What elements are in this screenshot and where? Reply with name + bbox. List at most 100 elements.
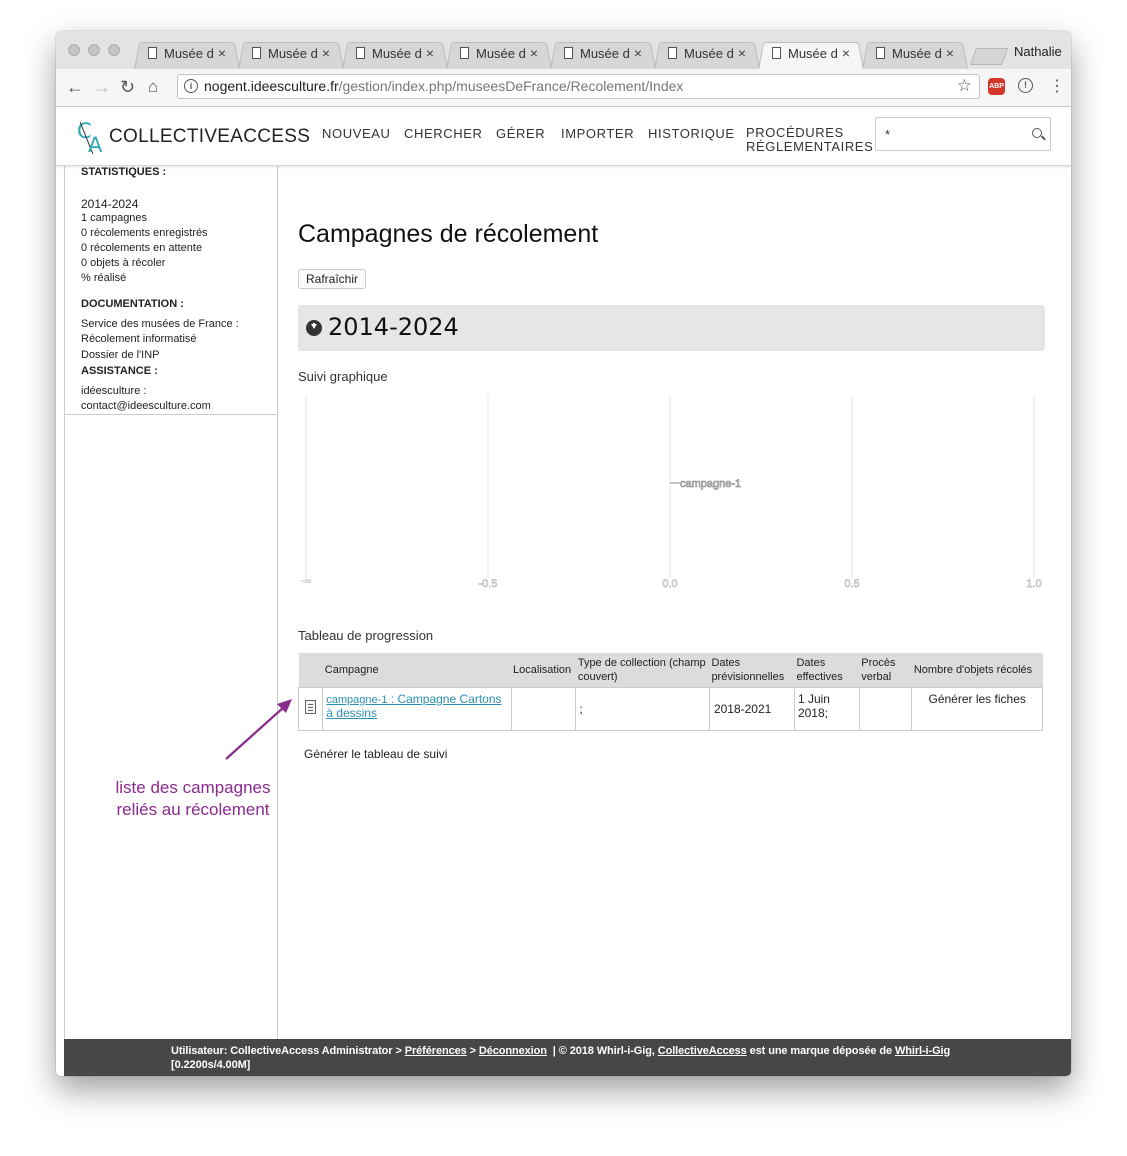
header-dates-prev: Dates prévisionnelles	[709, 653, 795, 688]
annotation-text: liste des campagnes reliés au récolement	[93, 777, 293, 821]
browser-tab[interactable]: Musée d ×	[550, 39, 656, 70]
close-icon[interactable]: ×	[946, 45, 954, 61]
close-icon[interactable]: ×	[634, 45, 642, 61]
table-header-row: Campagne Localisation Type de collection…	[298, 653, 1043, 688]
nav-historique[interactable]: HISTORIQUE	[648, 126, 735, 141]
annotation-line-2: reliés au récolement	[116, 800, 270, 819]
year-panel[interactable]: 2014-2024	[298, 305, 1045, 351]
tab-title: Musée d	[892, 46, 942, 61]
close-icon[interactable]: ×	[738, 45, 746, 61]
stats-heading: STATISTIQUES :	[81, 166, 167, 178]
browser-tab[interactable]: Musée d ×	[446, 39, 552, 70]
footer-ca-link[interactable]: CollectiveAccess	[658, 1045, 747, 1057]
stat-line: 0 récolements enregistrés	[81, 227, 208, 239]
assist-email-link[interactable]: contact@ideesculture.com	[81, 400, 211, 412]
doc-link-recolement[interactable]: Récolement informatisé	[81, 333, 197, 345]
table-row: campagne-1 : Campagne Cartons à dessins …	[297, 687, 1043, 731]
browser-menu-icon[interactable]: ⋮	[1049, 76, 1065, 96]
page-title: Campagnes de récolement	[298, 220, 599, 248]
tab-title: Musée d	[268, 46, 318, 61]
browser-tab[interactable]: Musée d ×	[862, 39, 968, 70]
back-arrow-icon[interactable]: ←	[66, 77, 84, 98]
footer-copyright: | © 2018 Whirl-i-Gig,	[552, 1045, 655, 1057]
page-icon	[252, 47, 261, 59]
forward-arrow-icon[interactable]: →	[93, 77, 111, 98]
sidebar-divider	[65, 414, 277, 415]
nav-chercher[interactable]: CHERCHER	[404, 126, 482, 141]
zoom-window-button[interactable]	[108, 44, 120, 56]
footer-user: Utilisateur: CollectiveAccess Administra…	[171, 1045, 393, 1057]
proces-verbal-cell	[858, 687, 913, 731]
tab-title: Musée d	[580, 46, 630, 61]
browser-tab[interactable]: Musée d ×	[758, 39, 864, 70]
header-campagne: Campagne	[322, 653, 512, 688]
url-text: nogent.ideesculture.fr/gestion/index.php…	[204, 78, 684, 94]
nav-procedures-line1: PROCÉDURES	[746, 125, 844, 140]
stats-period: 2014-2024	[81, 197, 139, 211]
page-icon	[564, 47, 573, 59]
assist-line: idéesculture :	[81, 385, 147, 397]
page-icon	[148, 47, 157, 59]
close-icon[interactable]: ×	[218, 45, 226, 61]
progress-chart: -∞ -0.5 0.0 0.5 1.0 campagne-1	[298, 395, 1048, 595]
nav-importer[interactable]: IMPORTER	[561, 126, 634, 141]
close-icon[interactable]: ×	[322, 45, 330, 61]
localisation-cell	[510, 687, 577, 731]
bookmark-star-icon[interactable]: ☆	[957, 76, 972, 96]
chart-section-title: Suivi graphique	[298, 369, 388, 384]
campagne-link[interactable]: campagne-1 : Campagne Cartons à dessins	[326, 692, 501, 720]
header-proces-verbal: Procès verbal	[859, 653, 912, 688]
doc-link-inp[interactable]: Dossier de l'INP	[81, 349, 160, 361]
footer-logout-link[interactable]: Déconnexion	[479, 1045, 547, 1057]
search-icon[interactable]	[1032, 128, 1042, 138]
browser-toolbar: ← → ↻ ⌂ i nogent.ideesculture.fr/gestion…	[56, 69, 1071, 107]
collectiveaccess-logo[interactable]: C A COLLECTIVEACCESS	[77, 119, 310, 157]
stat-line: % réalisé	[81, 272, 127, 284]
page-content: C A COLLECTIVEACCESS NOUVEAU CHERCHER GÉ…	[56, 107, 1071, 1076]
search-value: *	[885, 127, 891, 142]
year-heading: 2014-2024	[328, 313, 459, 341]
search-input[interactable]: *	[875, 117, 1051, 151]
generate-table-link[interactable]: Générer le tableau de suivi	[304, 747, 447, 761]
header-nombre-objets: Nombre d'objets récolés	[911, 653, 1043, 688]
header-dates-eff: Dates effectives	[794, 653, 860, 688]
close-icon[interactable]: ×	[426, 45, 434, 61]
close-icon[interactable]: ×	[842, 45, 850, 61]
profile-name[interactable]: Nathalie	[1014, 44, 1062, 59]
minimize-window-button[interactable]	[88, 44, 100, 56]
new-tab-button[interactable]	[969, 48, 1009, 65]
info-icon[interactable]: i	[184, 79, 198, 93]
chart-point-label: campagne-1	[680, 478, 741, 490]
nav-procedures[interactable]: PROCÉDURES RÉGLEMENTAIRES	[746, 126, 873, 154]
footer-sep: >	[395, 1045, 402, 1057]
header-localisation: Localisation	[511, 653, 576, 688]
footer-preferences-link[interactable]: Préférences	[405, 1045, 467, 1057]
doc-link-smf[interactable]: Service des musées de France :	[81, 318, 239, 330]
footer-wig-link[interactable]: Whirl-i-Gig	[895, 1045, 950, 1057]
collapse-arrow-icon[interactable]	[306, 320, 322, 336]
address-bar[interactable]: i nogent.ideesculture.fr/gestion/index.p…	[177, 74, 980, 99]
chart-tick-label: 1.0	[1026, 578, 1041, 590]
document-icon[interactable]	[305, 700, 317, 714]
nav-nouveau[interactable]: NOUVEAU	[322, 126, 391, 141]
footer-text: Utilisateur: CollectiveAccess Administra…	[171, 1044, 950, 1072]
home-icon[interactable]: ⌂	[148, 77, 158, 97]
close-window-button[interactable]	[68, 44, 80, 56]
header-type: Type de collection (champ couvert)	[575, 653, 710, 688]
nav-gerer[interactable]: GÉRER	[496, 126, 545, 141]
browser-tab[interactable]: Musée d ×	[654, 39, 760, 70]
generate-sheets-link[interactable]: Générer les fiches	[911, 687, 1043, 731]
extension-icon[interactable]: !	[1018, 78, 1033, 93]
type-cell: ;	[575, 687, 710, 731]
browser-tab[interactable]: Musée d ×	[238, 39, 344, 70]
close-icon[interactable]: ×	[530, 45, 538, 61]
table-section-title: Tableau de progression	[298, 628, 434, 643]
browser-tab[interactable]: Musée d ×	[134, 39, 240, 70]
browser-tab[interactable]: Musée d ×	[342, 39, 448, 70]
footer-stats: [0.2200s/4.00M]	[171, 1059, 251, 1071]
dates-eff-cell: 1 Juin 2018;	[793, 687, 860, 731]
reload-icon[interactable]: ↻	[120, 77, 135, 98]
refresh-button[interactable]: Rafraîchir	[298, 269, 367, 289]
chart-tick-label: -∞	[301, 576, 311, 587]
adblock-extension-icon[interactable]: ABP	[988, 78, 1005, 95]
